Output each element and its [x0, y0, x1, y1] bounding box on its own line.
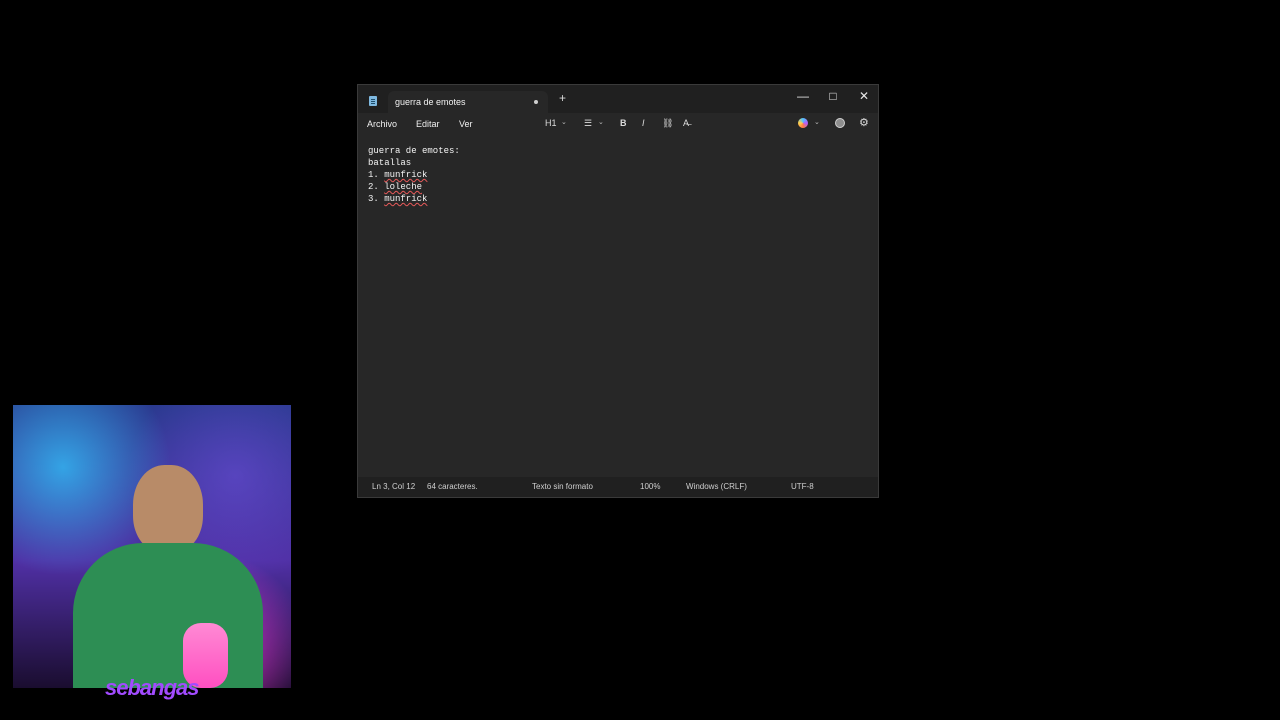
- webcam-overlay: [13, 405, 291, 688]
- misspelled-word: munfrick: [384, 194, 428, 204]
- stream-brand: sebangas: [105, 675, 199, 700]
- document-line: guerra de emotes:: [368, 146, 460, 156]
- document-line-list: 1. munfrick: [368, 169, 858, 181]
- menu-bar: Archivo Editar Ver H1 ⌄ ☰ ⌄ B I ⛓ A̶ ⌄ ⚙: [358, 113, 878, 135]
- list-number: 3.: [368, 194, 385, 204]
- heading-chevron-down-icon[interactable]: ⌄: [561, 117, 567, 129]
- document-line: batallas: [368, 158, 412, 168]
- new-tab-button[interactable]: +: [559, 92, 566, 104]
- maximize-button[interactable]: □: [825, 90, 841, 102]
- line-endings: Windows (CRLF): [686, 482, 747, 491]
- misspelled-word: munfrick: [384, 170, 428, 180]
- document-line-list: 3. munfrick: [368, 193, 858, 205]
- tab-title: guerra de emotes: [395, 97, 466, 107]
- text-format: Texto sin formato: [532, 482, 593, 491]
- title-bar: guerra de emotes + — □ ✕: [358, 85, 878, 113]
- menu-file[interactable]: Archivo: [367, 119, 397, 129]
- clear-formatting-button[interactable]: A̶: [683, 117, 689, 129]
- notepad-window: guerra de emotes + — □ ✕ Archivo Editar …: [357, 84, 879, 498]
- copilot-icon[interactable]: [798, 118, 808, 128]
- italic-button[interactable]: I: [642, 117, 645, 129]
- profile-icon[interactable]: [835, 118, 845, 128]
- settings-gear-icon[interactable]: ⚙: [859, 117, 869, 129]
- document-tab[interactable]: guerra de emotes: [388, 91, 548, 113]
- minimize-button[interactable]: —: [795, 90, 811, 102]
- unsaved-dot-icon: [534, 100, 538, 104]
- list-number: 2.: [368, 182, 385, 192]
- notepad-app-icon: [369, 96, 377, 106]
- zoom-level[interactable]: 100%: [640, 482, 660, 491]
- misspelled-word: loleche: [384, 182, 423, 192]
- streamer-head: [133, 465, 203, 553]
- menu-view[interactable]: Ver: [459, 119, 473, 129]
- status-bar: Ln 3, Col 12 64 caracteres. Texto sin fo…: [358, 477, 878, 497]
- character-count: 64 caracteres.: [427, 482, 478, 491]
- encoding: UTF-8: [791, 482, 814, 491]
- copilot-chevron-down-icon[interactable]: ⌄: [814, 117, 820, 129]
- editor-area[interactable]: guerra de emotes: batallas 1. munfrick 2…: [368, 145, 858, 465]
- heading-button[interactable]: H1: [545, 117, 557, 129]
- streamer-body: [73, 543, 263, 688]
- link-button[interactable]: ⛓: [662, 117, 673, 129]
- list-number: 1.: [368, 170, 385, 180]
- close-button[interactable]: ✕: [856, 90, 872, 102]
- document-line-list: 2. loleche: [368, 181, 858, 193]
- list-button[interactable]: ☰: [584, 117, 592, 129]
- menu-edit[interactable]: Editar: [416, 119, 440, 129]
- list-chevron-down-icon[interactable]: ⌄: [598, 117, 604, 129]
- bold-button[interactable]: B: [620, 117, 627, 129]
- cursor-position: Ln 3, Col 12: [372, 482, 416, 491]
